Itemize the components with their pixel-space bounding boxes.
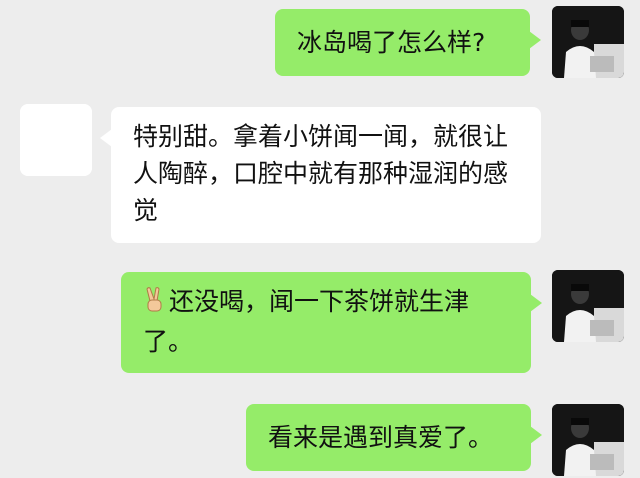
person-photo-icon [552, 6, 624, 78]
self-avatar[interactable] [552, 404, 624, 476]
blank-avatar-icon [20, 104, 92, 176]
chat-window: 冰岛喝了怎么样? 特别甜。拿着小饼闻一闻，就很让人陶醉，口腔中就有那种湿润的感觉… [0, 0, 640, 478]
self-avatar[interactable] [552, 270, 624, 342]
message-bubble-sent[interactable]: 看来是遇到真爱了。 [246, 404, 542, 471]
victory-hand-emoji-icon [143, 286, 167, 323]
message-text: 冰岛喝了怎么样? [297, 28, 486, 57]
message-bubble-received[interactable]: 特别甜。拿着小饼闻一闻，就很让人陶醉，口腔中就有那种湿润的感觉 [100, 107, 541, 243]
message-text: 特别甜。拿着小饼闻一闻，就很让人陶醉，口腔中就有那种湿润的感觉 [133, 122, 509, 225]
contact-avatar[interactable] [20, 104, 92, 176]
person-photo-icon [552, 270, 624, 342]
message-bubble-sent[interactable]: 还没喝，闻一下茶饼就生津了。 [121, 272, 542, 373]
message-text: 还没喝，闻一下茶饼就生津了。 [143, 287, 470, 356]
message-bubble-sent[interactable]: 冰岛喝了怎么样? [275, 9, 541, 76]
person-photo-icon [552, 404, 624, 476]
message-text: 看来是遇到真爱了。 [268, 423, 494, 452]
self-avatar[interactable] [552, 6, 624, 78]
